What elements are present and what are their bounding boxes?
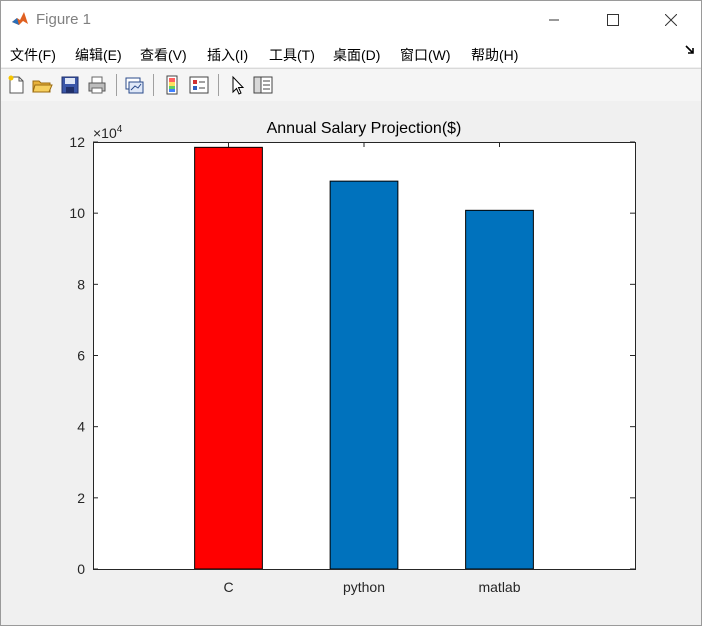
y-tick-label: 12 bbox=[69, 134, 85, 150]
open-file-icon[interactable] bbox=[31, 74, 53, 96]
figure-toolbar bbox=[1, 68, 701, 102]
menu-edit[interactable]: 编辑(E) bbox=[75, 45, 122, 65]
matlab-logo-icon bbox=[11, 10, 29, 28]
link-plot-icon[interactable] bbox=[123, 74, 145, 96]
menu-insert[interactable]: 插入(I) bbox=[207, 45, 248, 65]
x-tick-label: python bbox=[343, 579, 385, 595]
toolbar-separator bbox=[218, 74, 219, 96]
y-tick-label: 2 bbox=[77, 490, 85, 506]
legend-icon[interactable] bbox=[188, 74, 210, 96]
title-bar[interactable]: Figure 1 bbox=[1, 1, 701, 39]
menu-bar: 文件(F) 编辑(E) 查看(V) 插入(I) 工具(T) 桌面(D) 窗口(W… bbox=[1, 39, 701, 67]
new-figure-icon[interactable] bbox=[5, 74, 27, 96]
bar-chart: 0 2 4 6 8 10 12 C python matlab Annual Salary Pro… bbox=[69, 120, 636, 595]
menu-file[interactable]: 文件(F) bbox=[10, 45, 56, 65]
y-tick-label: 4 bbox=[77, 419, 85, 435]
window-title: Figure 1 bbox=[36, 11, 92, 28]
menu-help[interactable]: 帮助(H) bbox=[471, 45, 518, 65]
y-tick-label: 0 bbox=[77, 561, 85, 577]
close-icon bbox=[665, 14, 677, 26]
bar-python[interactable] bbox=[329, 180, 399, 570]
y-tick-label: 10 bbox=[69, 205, 85, 221]
dock-arrow-icon[interactable] bbox=[685, 45, 695, 55]
minimize-icon bbox=[549, 19, 559, 21]
bar-C[interactable] bbox=[194, 146, 263, 570]
property-editor-icon[interactable] bbox=[252, 74, 274, 96]
figure-window: Figure 1 文件(F) 编辑(E) 查看(V) 插入(I) 工具(T) 桌… bbox=[0, 0, 702, 626]
maximize-button[interactable] bbox=[590, 1, 636, 39]
pointer-icon[interactable] bbox=[226, 74, 248, 96]
x-tick-label: C bbox=[223, 579, 233, 595]
save-icon[interactable] bbox=[59, 74, 81, 96]
menu-tools[interactable]: 工具(T) bbox=[269, 45, 315, 65]
y-exponent-label: ×104 bbox=[93, 124, 123, 141]
menu-view[interactable]: 查看(V) bbox=[140, 45, 187, 65]
menu-desktop[interactable]: 桌面(D) bbox=[333, 45, 380, 65]
chart-title: Annual Salary Projection($) bbox=[267, 120, 462, 137]
close-button[interactable] bbox=[648, 1, 694, 39]
minimize-button[interactable] bbox=[531, 1, 577, 39]
x-tick-label: matlab bbox=[478, 579, 520, 595]
maximize-icon bbox=[607, 14, 619, 26]
menu-window[interactable]: 窗口(W) bbox=[400, 45, 451, 65]
y-tick-label: 6 bbox=[77, 348, 85, 364]
toolbar-separator bbox=[116, 74, 117, 96]
print-icon[interactable] bbox=[86, 74, 108, 96]
colorbar-icon[interactable] bbox=[161, 74, 183, 96]
toolbar-separator bbox=[153, 74, 154, 96]
y-tick-label: 8 bbox=[77, 276, 85, 292]
bar-matlab[interactable] bbox=[465, 209, 534, 570]
